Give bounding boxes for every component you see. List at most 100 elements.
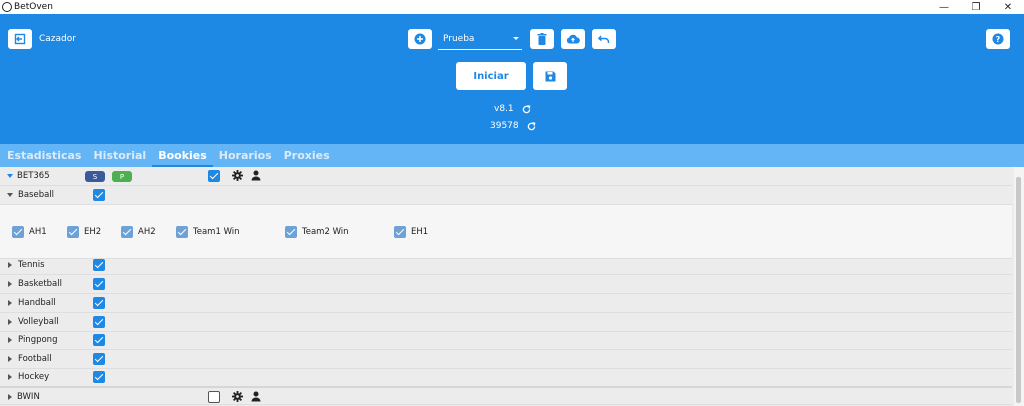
- expand-arrow-icon[interactable]: [8, 337, 12, 343]
- tab-proxies[interactable]: Proxies: [278, 144, 336, 167]
- sport-enabled-checkbox[interactable]: [93, 353, 105, 365]
- sport-name: Baseball: [18, 190, 55, 200]
- help-button[interactable]: ?: [986, 29, 1010, 49]
- close-button[interactable]: ✕: [992, 0, 1024, 14]
- sport-enabled-checkbox[interactable]: [93, 278, 105, 290]
- user-icon[interactable]: [251, 170, 261, 181]
- bookie-name: BET365: [17, 171, 50, 181]
- sport-enabled-checkbox[interactable]: [93, 259, 105, 271]
- tab-estadisticas[interactable]: Estadisticas: [1, 144, 87, 167]
- bookie-enabled-checkbox[interactable]: [208, 391, 220, 403]
- market-checkbox[interactable]: [394, 226, 406, 238]
- collapse-arrow-icon[interactable]: [7, 193, 13, 197]
- sport-enabled-checkbox[interactable]: [93, 189, 105, 201]
- market-ah2[interactable]: AH2: [121, 225, 156, 239]
- cloud-upload-icon: [566, 34, 580, 44]
- mode-label: Cazador: [39, 34, 76, 44]
- market-label: EH2: [84, 227, 102, 237]
- badge-s[interactable]: S: [85, 171, 105, 182]
- delete-profile-button[interactable]: [530, 29, 554, 49]
- count-info: 39578: [490, 121, 536, 131]
- sport-enabled-checkbox[interactable]: [93, 334, 105, 346]
- bookie-name: BWIN: [17, 392, 40, 402]
- exit-button[interactable]: [8, 29, 32, 49]
- gear-icon[interactable]: [232, 391, 243, 402]
- bookies-list: BET365 S P Baseball AH1 EH2 AH2 Team1 Wi…: [0, 167, 1014, 406]
- sport-row-baseball[interactable]: Baseball: [0, 186, 1012, 205]
- expand-arrow-icon[interactable]: [8, 300, 12, 306]
- undo-icon: [598, 35, 610, 43]
- sport-row-handball[interactable]: Handball: [0, 294, 1012, 313]
- badge-p[interactable]: P: [112, 171, 132, 182]
- tab-bookies[interactable]: Bookies: [152, 144, 213, 167]
- sport-row-volleyball[interactable]: Volleyball: [0, 313, 1012, 332]
- sport-row-pingpong[interactable]: Pingpong: [0, 331, 1012, 350]
- market-checkbox[interactable]: [176, 226, 188, 238]
- sport-row-football[interactable]: Football: [0, 350, 1012, 369]
- bookie-row-bwin[interactable]: BWIN: [0, 386, 1012, 405]
- market-eh2[interactable]: EH2: [67, 225, 101, 239]
- user-icon[interactable]: [251, 391, 261, 402]
- scrollbar-thumb[interactable]: [1016, 177, 1021, 403]
- svg-text:?: ?: [996, 35, 1001, 44]
- sport-row-tennis[interactable]: Tennis: [0, 256, 1012, 275]
- sport-name: Handball: [18, 298, 56, 308]
- sport-row-hockey[interactable]: Hockey: [0, 368, 1012, 387]
- market-checkbox[interactable]: [12, 226, 24, 238]
- add-profile-button[interactable]: [408, 29, 432, 49]
- refresh-icon[interactable]: [522, 104, 531, 114]
- market-label: EH1: [411, 227, 429, 237]
- bookie-enabled-checkbox[interactable]: [208, 170, 220, 182]
- sport-enabled-checkbox[interactable]: [93, 297, 105, 309]
- expand-arrow-icon[interactable]: [8, 319, 12, 325]
- market-checkbox[interactable]: [121, 226, 133, 238]
- market-checkbox[interactable]: [285, 226, 297, 238]
- undo-button[interactable]: [592, 29, 616, 49]
- market-team2-win[interactable]: Team2 Win: [285, 225, 349, 239]
- refresh-icon[interactable]: [527, 121, 536, 131]
- profile-select[interactable]: Prueba: [438, 29, 522, 50]
- title-bar: BetOven — ❐ ✕: [0, 0, 1024, 14]
- gear-icon[interactable]: [232, 170, 243, 181]
- market-ah1[interactable]: AH1: [12, 225, 47, 239]
- expand-arrow-icon[interactable]: [7, 174, 13, 178]
- trash-icon: [537, 33, 547, 45]
- help-icon: ?: [992, 33, 1004, 45]
- market-label: AH2: [138, 227, 156, 237]
- expand-arrow-icon[interactable]: [8, 374, 12, 380]
- upload-button[interactable]: [561, 29, 585, 49]
- count-label: 39578: [490, 121, 519, 131]
- sport-enabled-checkbox[interactable]: [93, 371, 105, 383]
- market-label: Team1 Win: [193, 227, 240, 237]
- sport-name: Pingpong: [18, 335, 58, 345]
- list-scrollbar[interactable]: [1014, 167, 1024, 406]
- app-title: BetOven: [14, 2, 53, 12]
- start-button[interactable]: Iniciar: [456, 62, 526, 90]
- save-button[interactable]: [533, 62, 567, 90]
- sport-enabled-checkbox[interactable]: [93, 316, 105, 328]
- sport-row-basketball[interactable]: Basketball: [0, 275, 1012, 294]
- header: Cazador Prueba ? Iniciar v8.1 39578: [0, 14, 1024, 144]
- market-label: Team2 Win: [302, 227, 349, 237]
- window-controls: — ❐ ✕: [928, 0, 1024, 14]
- market-label: AH1: [29, 227, 47, 237]
- expand-arrow-icon[interactable]: [8, 262, 12, 268]
- chevron-down-icon: [513, 37, 519, 40]
- expand-arrow-icon[interactable]: [8, 394, 12, 400]
- market-eh1[interactable]: EH1: [394, 225, 428, 239]
- minimize-button[interactable]: —: [928, 0, 960, 14]
- plus-icon: [414, 33, 426, 45]
- sport-name: Hockey: [18, 372, 50, 382]
- expand-arrow-icon[interactable]: [8, 356, 12, 362]
- tab-horarios[interactable]: Horarios: [213, 144, 278, 167]
- exit-icon: [14, 33, 26, 45]
- bookie-row-bet365[interactable]: BET365 S P: [0, 167, 1012, 186]
- market-team1-win[interactable]: Team1 Win: [176, 225, 240, 239]
- markets-panel: AH1 EH2 AH2 Team1 Win Team2 Win EH1: [0, 205, 1012, 259]
- tab-historial[interactable]: Historial: [87, 144, 152, 167]
- restore-button[interactable]: ❐: [960, 0, 992, 14]
- expand-arrow-icon[interactable]: [8, 281, 12, 287]
- sport-name: Basketball: [18, 279, 62, 289]
- market-checkbox[interactable]: [67, 226, 79, 238]
- version-label: v8.1: [494, 104, 514, 114]
